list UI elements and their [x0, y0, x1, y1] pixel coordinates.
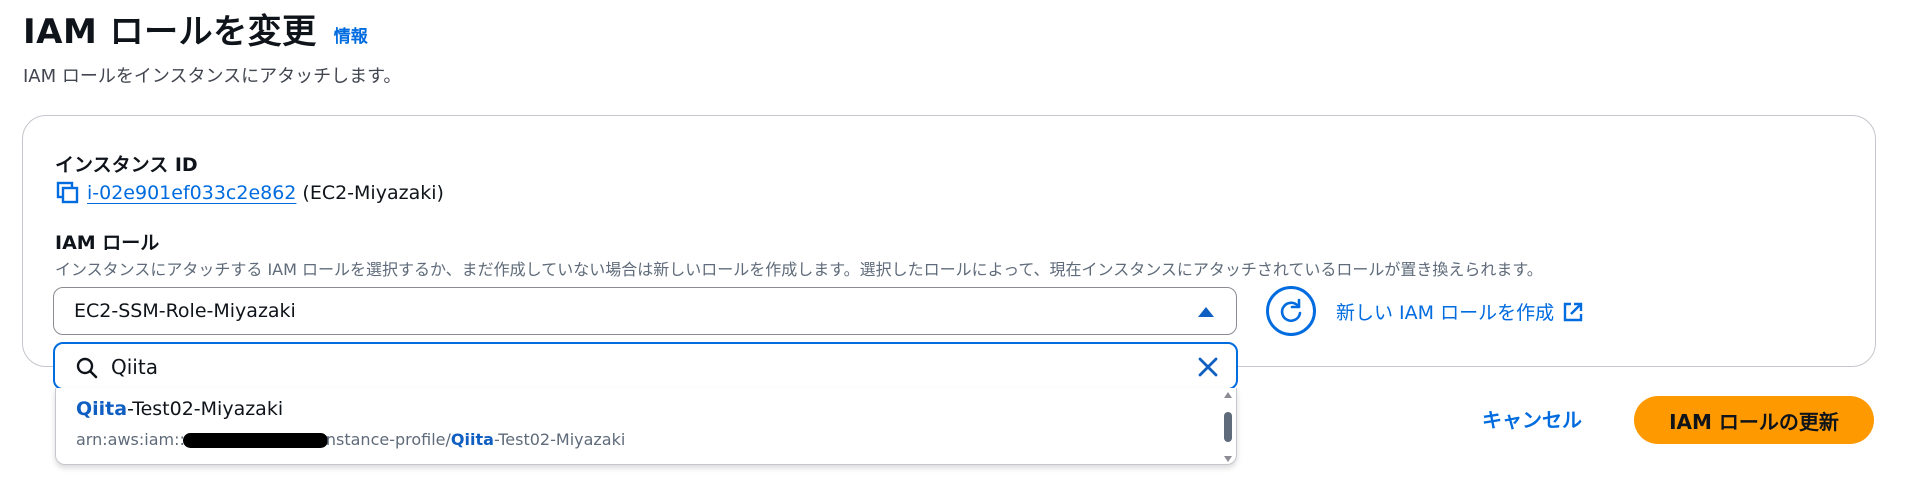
update-iam-role-button[interactable]: IAM ロールの更新: [1634, 396, 1874, 444]
copy-icon[interactable]: [55, 180, 81, 206]
refresh-button[interactable]: [1266, 286, 1316, 336]
iam-role-select[interactable]: EC2-SSM-Role-Miyazaki: [53, 287, 1237, 335]
iam-role-label: IAM ロール: [55, 232, 160, 254]
instance-id-link[interactable]: i-02e901ef033c2e862: [87, 182, 296, 204]
arn-rest: -Test02-Miyazaki: [493, 430, 626, 449]
role-options-dropdown: Qiita-Test02-Miyazaki arn:aws:iam:: nstan…: [55, 388, 1237, 465]
create-iam-role-link[interactable]: 新しい IAM ロールを作成: [1336, 298, 1584, 325]
page-subtitle: IAM ロールをインスタンスにアタッチします。: [23, 66, 402, 87]
role-search-box: [53, 342, 1238, 390]
instance-id-row: i-02e901ef033c2e862 (EC2-Miyazaki): [55, 180, 444, 206]
arn-match: Qiita: [450, 430, 494, 449]
cancel-button[interactable]: キャンセル: [1482, 404, 1582, 433]
create-iam-role-label: 新しい IAM ロールを作成: [1336, 302, 1555, 324]
role-option-title: Qiita-Test02-Miyazaki: [76, 398, 283, 420]
arn-middle: nstance-profile/: [325, 430, 451, 449]
role-option-arn: arn:aws:iam:: nstance-profile/Qiita-Test0…: [76, 430, 625, 449]
page-header: IAM ロールを変更 情報: [23, 4, 368, 53]
caret-up-icon: [1198, 307, 1214, 317]
scroll-thumb[interactable]: [1224, 412, 1232, 442]
role-option-name: -Test02-Miyazaki: [127, 398, 284, 420]
redaction-mark: [182, 433, 328, 448]
search-icon: [76, 357, 98, 379]
refresh-icon: [1280, 298, 1302, 323]
role-option-match: Qiita: [76, 398, 128, 420]
instance-id-label: インスタンス ID: [55, 154, 198, 176]
external-link-icon: [1563, 302, 1583, 321]
scroll-down-icon[interactable]: [1224, 456, 1232, 462]
scroll-up-icon[interactable]: [1224, 392, 1232, 398]
role-search-input[interactable]: [111, 353, 1161, 381]
info-link[interactable]: 情報: [334, 22, 368, 47]
iam-role-description: インスタンスにアタッチする IAM ロールを選択するか、まだ作成していない場合は…: [55, 260, 1543, 279]
clear-icon[interactable]: [1196, 355, 1220, 379]
iam-role-selected-value: EC2-SSM-Role-Miyazaki: [74, 300, 296, 322]
page-title: IAM ロールを変更: [23, 12, 317, 52]
role-option[interactable]: Qiita-Test02-Miyazaki arn:aws:iam:: nstan…: [56, 388, 1216, 465]
instance-name: (EC2-Miyazaki): [302, 182, 444, 204]
dropdown-scrollbar[interactable]: [1223, 392, 1233, 462]
arn-prefix: arn:aws:iam::: [76, 430, 185, 449]
